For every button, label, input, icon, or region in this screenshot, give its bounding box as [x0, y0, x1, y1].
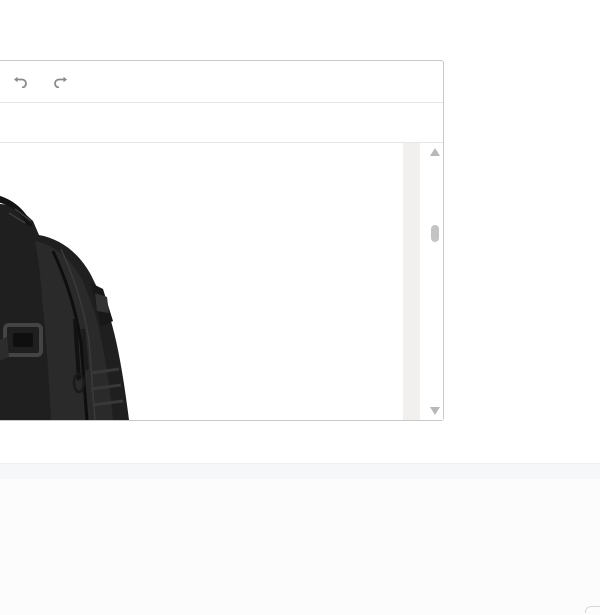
editor-scrollbar[interactable] [427, 143, 443, 420]
undo-button[interactable] [11, 73, 29, 91]
editor-content-area[interactable] [0, 143, 403, 420]
lower-panel [0, 479, 600, 615]
resize-corner-icon [585, 606, 600, 613]
page [0, 0, 600, 615]
redo-button[interactable] [52, 73, 70, 91]
section-divider-bar [0, 463, 600, 480]
editor-secondary-toolbar [0, 102, 443, 143]
scrollbar-thumb[interactable] [431, 225, 439, 242]
redo-icon [54, 76, 67, 88]
rich-text-editor [0, 60, 444, 421]
black-backpack-image [0, 195, 129, 420]
scroll-down-arrow-icon[interactable] [430, 407, 440, 415]
content-scrollbar-track[interactable] [403, 143, 420, 420]
undo-icon [14, 76, 27, 88]
editor-toolbar [0, 61, 443, 103]
scroll-up-arrow-icon[interactable] [430, 148, 440, 156]
